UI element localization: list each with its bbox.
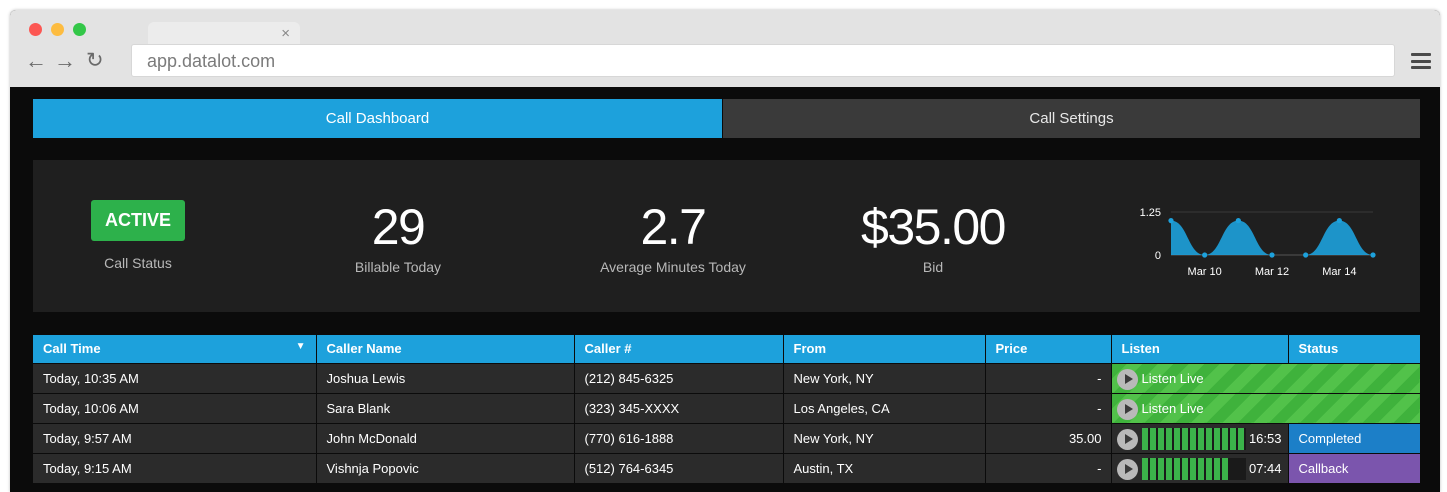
reload-icon[interactable]: ↻ — [86, 48, 104, 74]
table-row[interactable]: Today, 10:35 AM Joshua Lewis (212) 845-6… — [33, 362, 1421, 393]
chart-y-tick-label: 0 — [1155, 250, 1161, 262]
chart-point — [1168, 218, 1174, 224]
column-call-time[interactable]: Call Time ▼ — [33, 335, 317, 363]
maximize-window-button[interactable] — [73, 23, 86, 36]
sort-desc-icon[interactable]: ▼ — [296, 341, 306, 352]
recording-cell[interactable]: 07:44 — [1111, 452, 1289, 483]
browser-chrome: × ← → ↻ app.datalot.com — [10, 10, 1440, 87]
recording-level-meter — [1141, 457, 1246, 480]
listen-live-label[interactable]: Listen Live — [1142, 401, 1204, 416]
price-cell: - — [985, 392, 1112, 423]
chart-area-series — [1171, 220, 1373, 255]
tab-call-settings[interactable]: Call Settings — [723, 99, 1420, 138]
hamburger-menu-icon[interactable] — [1411, 53, 1431, 69]
play-icon[interactable] — [1116, 428, 1138, 450]
arrow-right-icon[interactable]: → — [54, 48, 76, 74]
bid-stat: $35.00 Bid — [843, 200, 1023, 275]
url-text: app.datalot.com — [147, 51, 276, 71]
arrow-left-icon[interactable]: ← — [25, 48, 47, 74]
caller-number-cell: (323) 345-XXXX — [574, 392, 784, 423]
chart-x-tick-label: Mar 12 — [1255, 266, 1289, 278]
call-time-cell: Today, 10:06 AM — [33, 392, 317, 423]
avg-minutes-value: 2.7 — [640, 199, 707, 255]
recording-duration: 07:44 — [1248, 460, 1282, 476]
chart-y-tick-label: 1.25 — [1140, 207, 1161, 219]
recording-level-fill — [1141, 427, 1246, 450]
recording-level-fill — [1141, 457, 1230, 480]
chart-point — [1235, 218, 1241, 224]
chart-point — [1370, 252, 1376, 258]
listen-live-label[interactable]: Listen Live — [1142, 371, 1204, 386]
column-caller-number[interactable]: Caller # — [574, 335, 784, 363]
stats-panel: ACTIVE Call Status 29 Billable Today 2.7… — [33, 160, 1420, 312]
price-cell: - — [985, 452, 1112, 483]
column-price[interactable]: Price — [985, 335, 1112, 363]
from-cell: New York, NY — [783, 362, 986, 393]
caller-number-cell: (212) 845-6325 — [574, 362, 784, 393]
call-status-stat: ACTIVE Call Status — [73, 200, 203, 271]
chart-point — [1336, 218, 1342, 224]
billable-label: Billable Today — [354, 259, 442, 275]
tab-close-icon[interactable]: × — [281, 24, 290, 44]
status-badge: Callback — [1288, 452, 1421, 483]
chart-point — [1269, 252, 1275, 258]
tab-call-dashboard[interactable]: Call Dashboard — [33, 99, 722, 138]
from-cell: Austin, TX — [783, 452, 986, 483]
browser-window: × ← → ↻ app.datalot.com Call Dashboard C… — [10, 10, 1440, 492]
table-row[interactable]: Today, 9:57 AM John McDonald (770) 616-1… — [33, 422, 1421, 453]
caller-number-cell: (770) 616-1888 — [574, 422, 784, 453]
address-bar[interactable]: app.datalot.com — [131, 44, 1395, 77]
avg-minutes-stat: 2.7 Average Minutes Today — [563, 200, 783, 275]
avg-minutes-label: Average Minutes Today — [600, 259, 746, 275]
from-cell: New York, NY — [783, 422, 986, 453]
price-cell: - — [985, 362, 1112, 393]
close-window-button[interactable] — [29, 23, 42, 36]
browser-tab[interactable]: × — [148, 22, 300, 46]
call-time-cell: Today, 9:15 AM — [33, 452, 317, 483]
billable-value: 29 — [371, 199, 426, 255]
listen-live-cell[interactable]: Listen Live — [1111, 362, 1421, 393]
play-icon[interactable] — [1116, 368, 1138, 390]
call-time-cell: Today, 10:35 AM — [33, 362, 317, 393]
price-cell: 35.00 — [985, 422, 1112, 453]
call-status-label: Call Status — [104, 255, 172, 271]
play-icon[interactable] — [1116, 458, 1138, 480]
column-from[interactable]: From — [783, 335, 986, 363]
recording-level-meter — [1141, 427, 1246, 450]
status-badge: Completed — [1288, 422, 1421, 453]
play-icon[interactable] — [1116, 398, 1138, 420]
caller-name-cell: Joshua Lewis — [316, 362, 575, 393]
call-time-cell: Today, 9:57 AM — [33, 422, 317, 453]
caller-name-cell: Vishnja Popovic — [316, 452, 575, 483]
billable-stat: 29 Billable Today — [323, 200, 473, 275]
caller-number-cell: (512) 764-6345 — [574, 452, 784, 483]
chart-x-tick-label: Mar 14 — [1322, 266, 1356, 278]
table-row[interactable]: Today, 9:15 AM Vishnja Popovic (512) 764… — [33, 452, 1421, 483]
table-row[interactable]: Today, 10:06 AM Sara Blank (323) 345-XXX… — [33, 392, 1421, 423]
app-tabs: Call Dashboard Call Settings — [33, 99, 1420, 138]
from-cell: Los Angeles, CA — [783, 392, 986, 423]
column-status[interactable]: Status — [1288, 335, 1421, 363]
caller-name-cell: Sara Blank — [316, 392, 575, 423]
minimize-window-button[interactable] — [51, 23, 64, 36]
recording-cell[interactable]: 16:53 — [1111, 422, 1289, 453]
listen-live-cell[interactable]: Listen Live — [1111, 392, 1421, 423]
recording-duration: 16:53 — [1248, 430, 1282, 446]
bid-label: Bid — [922, 259, 944, 275]
chart-x-tick-label: Mar 10 — [1188, 266, 1222, 278]
chart-point — [1303, 252, 1309, 258]
table-header-row: Call Time ▼ Caller Name Caller # From Pri… — [33, 335, 1421, 363]
chart-point — [1202, 252, 1208, 258]
calls-trend-chart: 1.25 0 Mar 10 Mar 12 Mar 14 — [1140, 207, 1376, 278]
status-badge: ACTIVE — [91, 200, 185, 241]
caller-name-cell: John McDonald — [316, 422, 575, 453]
calls-table: Call Time ▼ Caller Name Caller # From Pri… — [33, 335, 1421, 483]
column-caller-name[interactable]: Caller Name — [316, 335, 575, 363]
column-listen[interactable]: Listen — [1111, 335, 1289, 363]
bid-value: $35.00 — [861, 199, 1006, 255]
